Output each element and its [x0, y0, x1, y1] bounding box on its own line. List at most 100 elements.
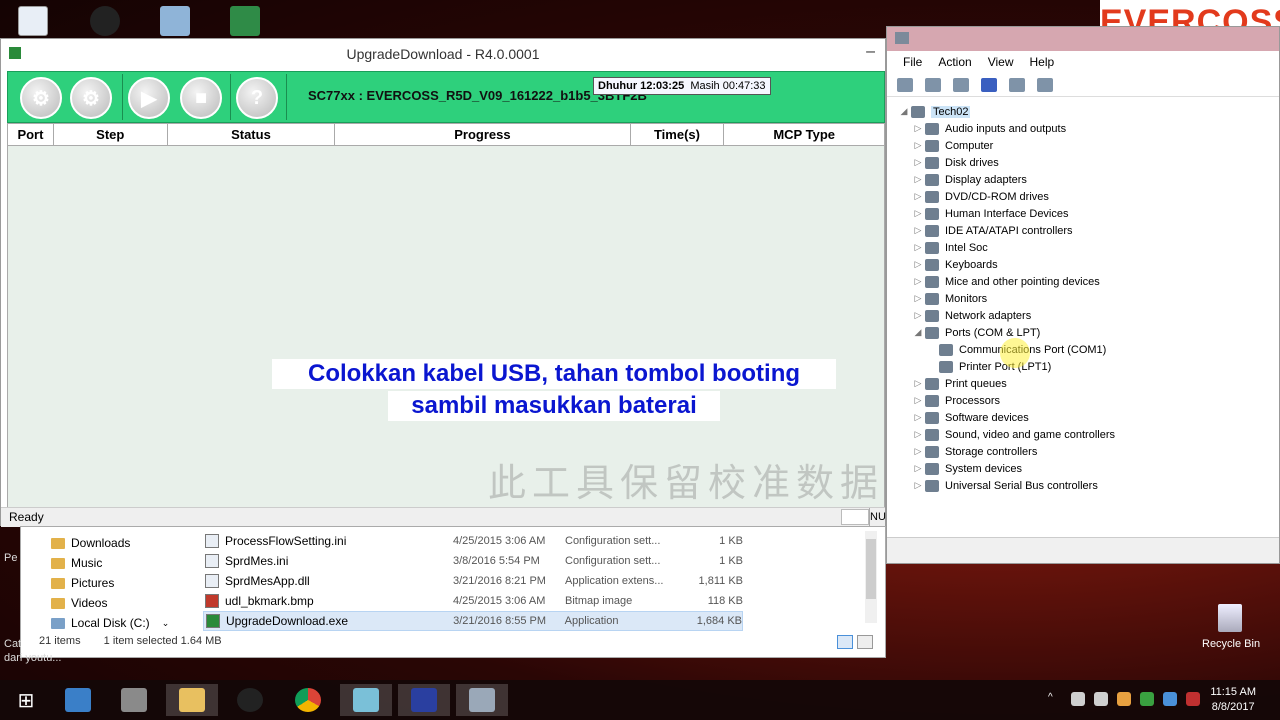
collapsed-arrow-icon[interactable]: ▷: [911, 412, 925, 423]
col-mcp-type[interactable]: MCP Type: [724, 124, 884, 145]
menu-view[interactable]: View: [988, 55, 1014, 69]
tree-child-lpt1[interactable]: Printer Port (LPT1): [897, 358, 1280, 375]
update-driver-icon[interactable]: [1009, 77, 1025, 92]
tree-root[interactable]: ◢ Tech02: [897, 103, 1280, 120]
collapsed-arrow-icon[interactable]: ▷: [911, 191, 925, 202]
volume-icon[interactable]: [1071, 692, 1085, 706]
col-step[interactable]: Step: [54, 124, 168, 145]
tree-node[interactable]: ▷ Network adapters: [897, 307, 1280, 324]
collapsed-arrow-icon[interactable]: ▷: [911, 446, 925, 457]
tray-app-icon[interactable]: [1163, 692, 1177, 706]
thumbnail-view-icon[interactable]: [857, 635, 873, 649]
menu-file[interactable]: File: [903, 55, 922, 69]
start-button[interactable]: ▶: [128, 77, 170, 119]
tree-node[interactable]: ▷ Sound, video and game controllers: [897, 426, 1280, 443]
taskbar-clock[interactable]: 11:15 AM 8/8/2017: [1210, 685, 1256, 715]
dm-title-bar[interactable]: [887, 27, 1279, 51]
nav-pictures[interactable]: Pictures: [51, 573, 183, 593]
taskbar-app[interactable]: [224, 684, 276, 716]
tree-node[interactable]: ▷ Processors: [897, 392, 1280, 409]
network-shortcut-icon[interactable]: [160, 6, 190, 36]
vertical-scrollbar[interactable]: [865, 531, 877, 623]
col-port[interactable]: Port: [8, 124, 54, 145]
collapsed-arrow-icon[interactable]: ▷: [911, 395, 925, 406]
tree-node[interactable]: ▷ Storage controllers: [897, 443, 1280, 460]
file-row-selected[interactable]: UpgradeDownload.exe 3/21/2016 8:55 PM Appl…: [203, 611, 743, 631]
nav-local-disk[interactable]: Local Disk (C:) ⌄: [51, 613, 183, 633]
collapsed-arrow-icon[interactable]: ▷: [911, 140, 925, 151]
collapsed-arrow-icon[interactable]: ▷: [911, 378, 925, 389]
taskbar-app[interactable]: [398, 684, 450, 716]
stop-button[interactable]: ■: [180, 77, 222, 119]
tree-child-com1[interactable]: Communications Port (COM1): [897, 341, 1280, 358]
tree-node[interactable]: ▷ DVD/CD-ROM drives: [897, 188, 1280, 205]
network-icon[interactable]: [1094, 692, 1108, 706]
collapsed-arrow-icon[interactable]: ▷: [911, 208, 925, 219]
tree-node[interactable]: ▷ Computer: [897, 137, 1280, 154]
scan-hardware-icon[interactable]: [1037, 77, 1053, 92]
col-progress[interactable]: Progress: [335, 124, 631, 145]
collapsed-arrow-icon[interactable]: ▷: [911, 276, 925, 287]
help-button[interactable]: ?: [236, 77, 278, 119]
file-row[interactable]: SprdMesApp.dll 3/21/2016 8:21 PM Applicati…: [203, 571, 743, 591]
file-row[interactable]: ProcessFlowSetting.ini 4/25/2015 3:06 AM C…: [203, 531, 743, 551]
tree-node[interactable]: ▷ Disk drives: [897, 154, 1280, 171]
collapsed-arrow-icon[interactable]: ▷: [911, 157, 925, 168]
collapsed-arrow-icon[interactable]: ▷: [911, 463, 925, 474]
tree-node[interactable]: ◢ Ports (COM & LPT): [897, 324, 1280, 341]
taskbar-app[interactable]: [456, 684, 508, 716]
tree-node[interactable]: ▷ Mice and other pointing devices: [897, 273, 1280, 290]
back-arrow-icon[interactable]: [897, 77, 913, 92]
collapsed-arrow-icon[interactable]: ▷: [911, 225, 925, 236]
taskbar-app[interactable]: [282, 684, 334, 716]
collapsed-arrow-icon[interactable]: ▷: [911, 123, 925, 134]
tree-node[interactable]: ▷ Software devices: [897, 409, 1280, 426]
taskbar-app[interactable]: [166, 684, 218, 716]
tree-node[interactable]: ▷ Monitors: [897, 290, 1280, 307]
collapsed-arrow-icon[interactable]: ▷: [911, 174, 925, 185]
recycle-bin-icon[interactable]: [1218, 604, 1242, 632]
nav-music[interactable]: Music: [51, 553, 183, 573]
nav-downloads[interactable]: Downloads: [51, 533, 183, 553]
start-button[interactable]: ⊞: [0, 684, 52, 716]
show-hidden-icon[interactable]: ^: [1048, 692, 1062, 706]
flag-icon[interactable]: [1186, 692, 1200, 706]
tree-node[interactable]: ▷ Human Interface Devices: [897, 205, 1280, 222]
details-view-icon[interactable]: [837, 635, 853, 649]
window-title-bar[interactable]: UpgradeDownload - R4.0.0001 –: [1, 39, 885, 69]
taskbar-app[interactable]: [52, 684, 104, 716]
tree-node[interactable]: ▷ Audio inputs and outputs: [897, 120, 1280, 137]
scrollbar-thumb[interactable]: [866, 539, 876, 599]
file-row[interactable]: SprdMes.ini 3/8/2016 5:54 PM Configuration…: [203, 551, 743, 571]
expanded-arrow-icon[interactable]: ◢: [911, 327, 925, 338]
options-button[interactable]: ⚙: [70, 77, 112, 119]
collapsed-arrow-icon[interactable]: ▷: [911, 259, 925, 270]
taskbar-app[interactable]: [108, 684, 160, 716]
collapsed-arrow-icon[interactable]: ▷: [911, 310, 925, 321]
tree-node[interactable]: ▷ Intel Soc: [897, 239, 1280, 256]
tree-node[interactable]: ▷ Print queues: [897, 375, 1280, 392]
settings-gear-button[interactable]: ⚙: [20, 77, 62, 119]
forward-arrow-icon[interactable]: [925, 77, 941, 92]
minimize-button[interactable]: –: [866, 37, 875, 67]
help-icon[interactable]: [981, 77, 997, 92]
expanded-arrow-icon[interactable]: ◢: [897, 106, 911, 117]
qq-penguin-icon[interactable]: [90, 6, 120, 36]
tray-app-icon[interactable]: [1117, 692, 1131, 706]
col-status[interactable]: Status: [168, 124, 336, 145]
col-time[interactable]: Time(s): [631, 124, 725, 145]
tree-node[interactable]: ▷ System devices: [897, 460, 1280, 477]
collapsed-arrow-icon[interactable]: ▷: [911, 480, 925, 491]
desktop-shortcut-icon[interactable]: [18, 6, 48, 36]
nav-videos[interactable]: Videos: [51, 593, 183, 613]
collapsed-arrow-icon[interactable]: ▷: [911, 293, 925, 304]
file-row[interactable]: udl_bkmark.bmp 4/25/2015 3:06 AM Bitmap im…: [203, 591, 743, 611]
menu-help[interactable]: Help: [1030, 55, 1055, 69]
taskbar-app[interactable]: [340, 684, 392, 716]
collapsed-arrow-icon[interactable]: ▷: [911, 429, 925, 440]
menu-action[interactable]: Action: [938, 55, 971, 69]
tree-node[interactable]: ▷ Keyboards: [897, 256, 1280, 273]
tree-node[interactable]: ▷ Display adapters: [897, 171, 1280, 188]
tree-node[interactable]: ▷ IDE ATA/ATAPI controllers: [897, 222, 1280, 239]
tree-node[interactable]: ▷ Universal Serial Bus controllers: [897, 477, 1280, 494]
